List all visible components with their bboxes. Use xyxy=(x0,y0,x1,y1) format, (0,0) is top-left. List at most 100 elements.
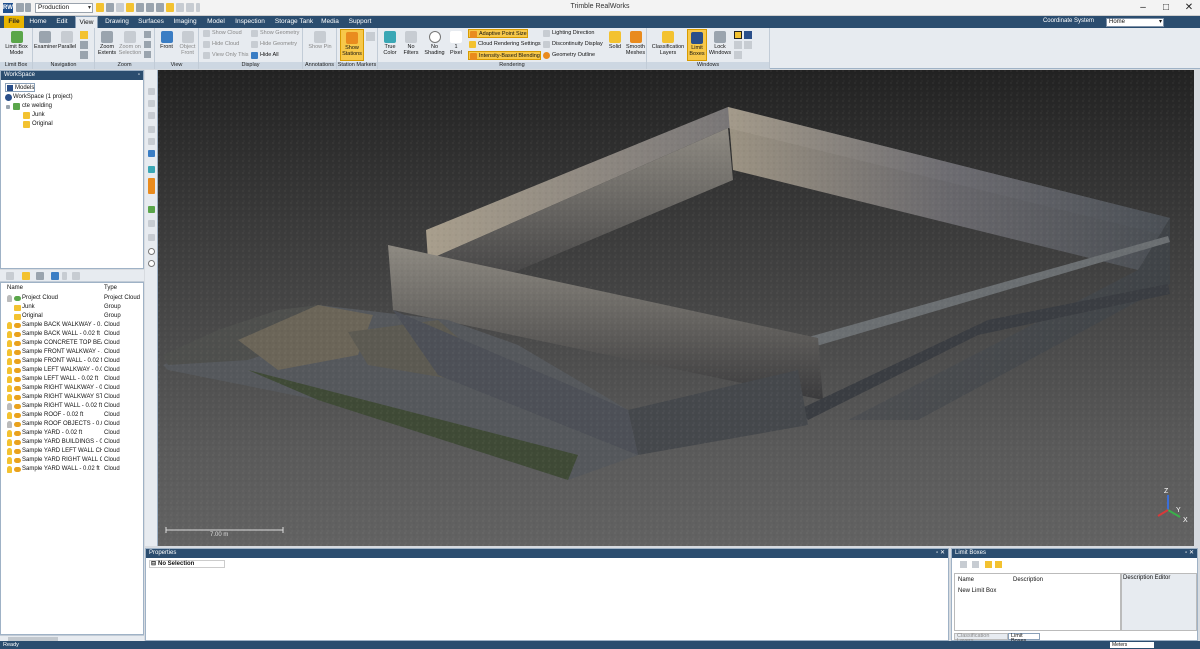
minimize-icon[interactable]: – xyxy=(1132,0,1154,16)
zoom-window-icon[interactable] xyxy=(144,51,151,58)
3d-viewport[interactable]: Z Y X 7.00 m xyxy=(158,70,1194,546)
open-icon[interactable] xyxy=(985,561,992,568)
cloud-rendering-settings-button[interactable]: Cloud Rendering Settings xyxy=(468,40,541,49)
list-row-group[interactable]: Junk Group xyxy=(1,303,143,312)
sphere-icon[interactable] xyxy=(148,248,155,255)
adaptive-point-size-button[interactable]: Adaptive Point Size xyxy=(468,29,528,38)
station-settings-icon[interactable] xyxy=(366,32,375,41)
visibility-bulb-icon[interactable] xyxy=(7,367,12,374)
select-icon[interactable] xyxy=(148,100,155,107)
add-icon[interactable] xyxy=(960,561,967,568)
back-icon[interactable] xyxy=(6,272,14,280)
tab-model[interactable]: Model xyxy=(204,16,228,28)
visibility-bulb-icon[interactable] xyxy=(7,385,12,392)
limit-box-mode-button[interactable]: Limit Box Mode xyxy=(3,31,30,56)
tab-home[interactable]: Home xyxy=(27,16,49,28)
show-pin-button[interactable]: Show Pin xyxy=(307,31,333,50)
save-icon[interactable] xyxy=(995,561,1002,568)
pin-icon[interactable]: ▫ ✕ xyxy=(1185,549,1194,558)
list-row-cloud[interactable]: Sample RIGHT WALL - 0.02 ft Cloud xyxy=(1,402,143,411)
visibility-bulb-icon[interactable] xyxy=(7,403,12,410)
geometry-outline-button[interactable]: Geometry Outline xyxy=(542,51,595,60)
parallel-button[interactable]: Parallel xyxy=(56,31,78,50)
visibility-bulb-icon[interactable] xyxy=(7,430,12,437)
list-row-cloud[interactable]: Sample YARD - 0.02 ft Cloud xyxy=(1,429,143,438)
tab-view[interactable]: View xyxy=(75,16,98,28)
models-tab[interactable]: Models xyxy=(5,83,35,92)
tree-item-project[interactable]: cte welding xyxy=(4,102,52,111)
no-shading-button[interactable]: No Shading xyxy=(422,31,447,56)
delete-icon[interactable] xyxy=(972,561,979,568)
units-select[interactable]: Meters xyxy=(1110,642,1154,648)
list-row-cloud[interactable]: Sample FRONT WALL - 0.02 ft Cloud xyxy=(1,357,143,366)
tab-media[interactable]: Media xyxy=(319,16,341,28)
view-mode-icon[interactable] xyxy=(51,272,59,280)
tab-limit-boxes[interactable]: Limit Boxes xyxy=(1008,633,1040,644)
visibility-bulb-icon[interactable] xyxy=(7,340,12,347)
pick-icon[interactable] xyxy=(148,138,155,145)
walk-icon[interactable] xyxy=(80,51,88,59)
object-front-button[interactable]: Object Front xyxy=(177,31,198,56)
tab-classification-layers[interactable]: Classification Layers xyxy=(954,633,1008,644)
clip-icon[interactable] xyxy=(148,220,155,227)
limit-box-icon[interactable] xyxy=(148,178,155,194)
classification-layers-button[interactable]: Classification Layers xyxy=(650,31,686,56)
intensity-blending-button[interactable]: Intensity-Based Blending xyxy=(468,51,541,60)
list-row-group[interactable]: Original Group xyxy=(1,312,143,321)
light-icon[interactable] xyxy=(148,260,155,267)
tab-drawing[interactable]: Drawing xyxy=(101,16,133,28)
camera-icon[interactable] xyxy=(148,234,155,241)
list-row-cloud[interactable]: Sample YARD LEFT WALL CH... Cloud xyxy=(1,447,143,456)
home-view-icon[interactable] xyxy=(148,88,155,95)
tab-storage-tank[interactable]: Storage Tank xyxy=(272,16,316,28)
hide-all-button[interactable]: Hide All xyxy=(250,51,279,60)
window-layout-5-icon[interactable] xyxy=(744,41,752,49)
visibility-bulb-icon[interactable] xyxy=(7,295,12,302)
window-layout-3-icon[interactable] xyxy=(734,51,742,59)
visibility-bulb-icon[interactable] xyxy=(7,421,12,428)
tree-item-workspace[interactable]: WorkSpace (1 project) xyxy=(4,93,73,102)
visibility-bulb-icon[interactable] xyxy=(7,394,12,401)
slice-icon[interactable] xyxy=(148,206,155,213)
view-only-this-button[interactable]: View Only This xyxy=(202,51,248,60)
list-row-cloud[interactable]: Sample YARD RIGHT WALL C... Cloud xyxy=(1,456,143,465)
tab-surfaces[interactable]: Surfaces xyxy=(136,16,166,28)
discontinuity-display-button[interactable]: Discontinuity Display xyxy=(542,40,603,49)
smooth-meshes-button[interactable]: Smooth Meshes xyxy=(625,31,646,56)
list-row-cloud[interactable]: Sample BACK WALKWAY - 0.... Cloud xyxy=(1,321,143,330)
list-row-cloud[interactable]: Sample YARD WALL - 0.02 ft Cloud xyxy=(1,465,143,474)
visibility-bulb-icon[interactable] xyxy=(7,412,12,419)
show-stations-button[interactable]: Show Stations xyxy=(340,29,364,61)
view-mode-dropdown-icon[interactable] xyxy=(62,272,67,280)
close-icon[interactable]: ✕ xyxy=(1178,0,1200,16)
zoom-selection-button[interactable]: Zoom on Selection xyxy=(118,31,142,56)
rotate-icon[interactable] xyxy=(80,41,88,49)
visibility-bulb-icon[interactable] xyxy=(7,349,12,356)
limit-boxes-window-button[interactable]: Limit Boxes xyxy=(687,29,707,61)
tab-inspection[interactable]: Inspection xyxy=(231,16,269,28)
list-row-cloud[interactable]: Sample ROOF OBJECTS - 0.02...Cloud xyxy=(1,420,143,429)
visibility-bulb-icon[interactable] xyxy=(7,376,12,383)
zoom-in-icon[interactable] xyxy=(144,31,151,38)
zoom-out-icon[interactable] xyxy=(144,41,151,48)
list-options-icon[interactable] xyxy=(72,272,80,280)
measure-icon[interactable] xyxy=(148,126,155,133)
zoom-extents-button[interactable]: Zoom Extents xyxy=(96,31,118,56)
cube-icon[interactable] xyxy=(148,150,155,157)
list-row-cloud[interactable]: Sample LEFT WALL - 0.02 ft Cloud xyxy=(1,375,143,384)
window-layout-2-icon[interactable] xyxy=(734,41,742,49)
coordinate-system-select[interactable]: Home ▾ xyxy=(1106,18,1164,27)
column-header-type[interactable]: Type xyxy=(104,285,117,291)
description-editor[interactable]: Description Editor xyxy=(1121,573,1197,631)
list-row-cloud[interactable]: Sample BACK WALL - 0.02 ft Cloud xyxy=(1,330,143,339)
list-row-cloud[interactable]: Sample FRONT WALKWAY - ... Cloud xyxy=(1,348,143,357)
expand-icon[interactable]: ⊟ xyxy=(151,561,156,567)
pin-icon[interactable]: ▫ xyxy=(138,71,140,80)
limit-box-item[interactable]: New Limit Box xyxy=(958,588,996,594)
up-arrow-icon[interactable] xyxy=(36,272,44,280)
lasso-icon[interactable] xyxy=(148,112,155,119)
tab-file[interactable]: File xyxy=(4,16,24,28)
maximize-icon[interactable]: □ xyxy=(1155,0,1177,16)
list-row-cloud[interactable]: Sample YARD BUILDINGS - 0.... Cloud xyxy=(1,438,143,447)
visibility-bulb-icon[interactable] xyxy=(7,466,12,473)
